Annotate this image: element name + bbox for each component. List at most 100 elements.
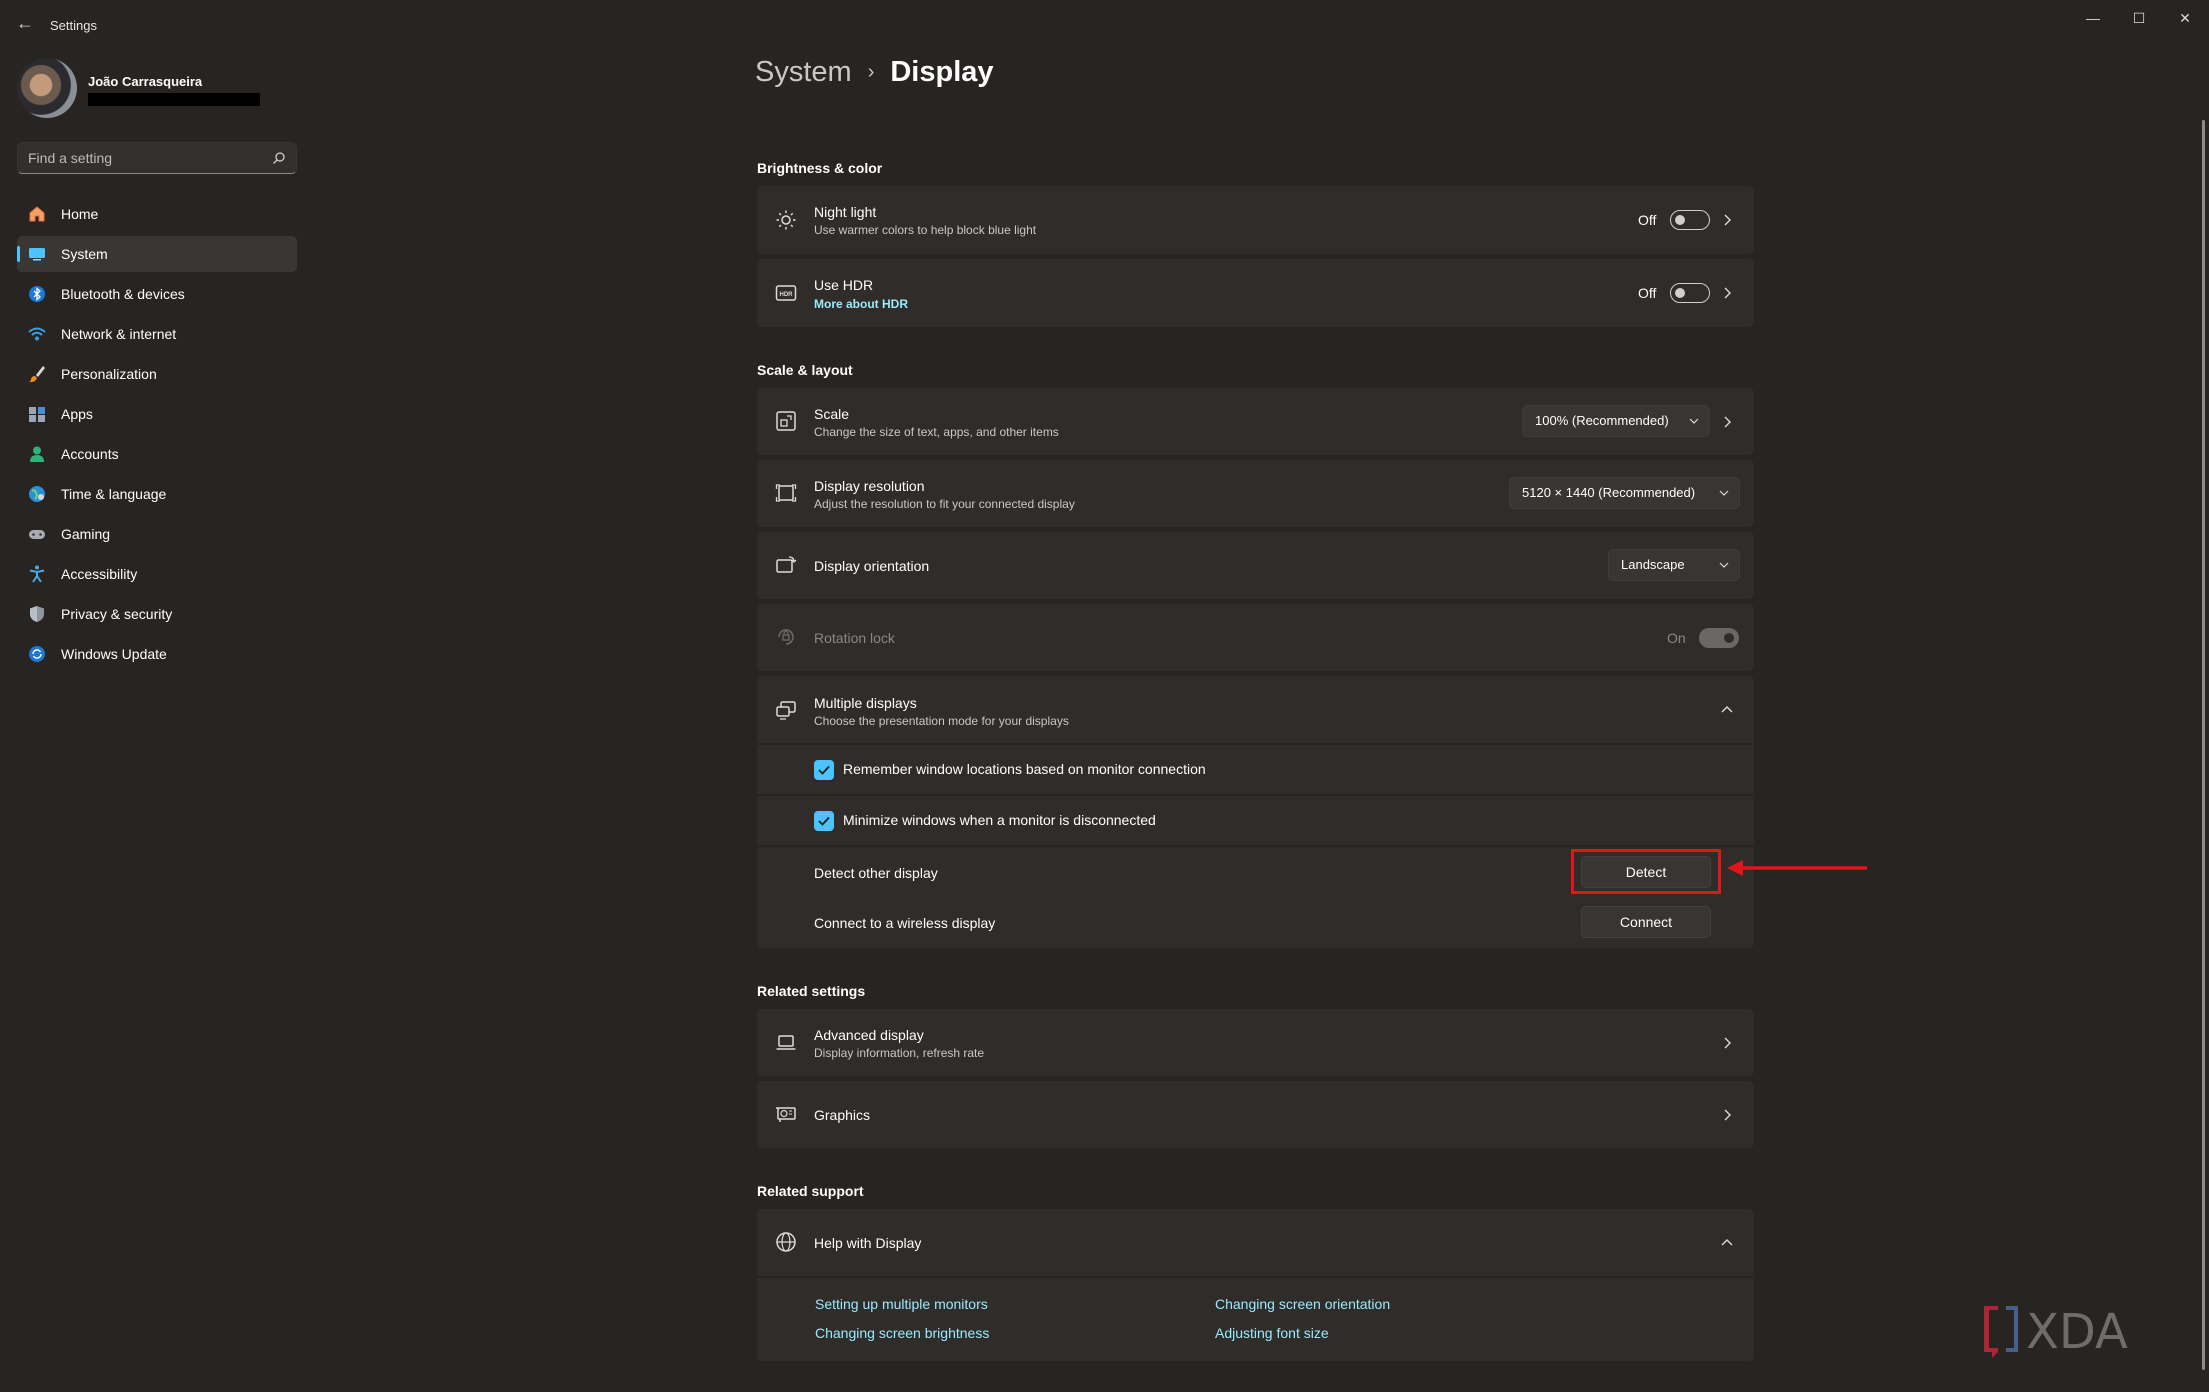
chevron-right-icon[interactable] (1720, 1108, 1734, 1122)
chevron-right-icon[interactable] (1720, 213, 1734, 227)
sidebar-item-bluetooth[interactable]: Bluetooth & devices (17, 276, 297, 312)
chevron-right-icon[interactable] (1720, 415, 1734, 429)
search-icon[interactable] (272, 151, 286, 165)
chevron-down-icon (1689, 418, 1699, 424)
night-light-subtitle: Use warmer colors to help block blue lig… (814, 223, 1037, 237)
hdr-row[interactable]: HDR Use HDR More about HDR Off (757, 259, 1754, 327)
hdr-toggle[interactable] (1670, 283, 1710, 303)
connect-button[interactable]: Connect (1581, 906, 1711, 938)
update-icon (27, 644, 47, 664)
rotation-lock-title: Rotation lock (814, 630, 895, 646)
chevron-up-icon[interactable] (1720, 1236, 1734, 1250)
sidebar-item-time-language[interactable]: Time & language (17, 476, 297, 512)
remember-locations-checkbox[interactable] (814, 760, 834, 780)
wireless-display-row: Connect to a wireless display Connect (757, 897, 1754, 947)
display-orientation-title: Display orientation (814, 558, 930, 574)
section-brightness-color: Brightness & color (757, 160, 883, 176)
scale-dropdown[interactable]: 100% (Recommended) (1522, 405, 1710, 437)
resolution-dropdown[interactable]: 5120 × 1440 (Recommended) (1509, 477, 1740, 509)
sidebar-item-accessibility[interactable]: Accessibility (17, 556, 297, 592)
maximize-button[interactable]: ☐ (2116, 6, 2162, 30)
minimize-button[interactable]: — (2070, 6, 2116, 30)
remember-locations-label: Remember window locations based on monit… (843, 761, 1206, 777)
sidebar-item-apps[interactable]: Apps (17, 396, 297, 432)
night-light-toggle[interactable] (1670, 210, 1710, 230)
bluetooth-icon (27, 284, 47, 304)
help-link-screen-brightness[interactable]: Changing screen brightness (815, 1325, 989, 1341)
more-about-hdr-link[interactable]: More about HDR (814, 297, 908, 311)
sidebar-item-network[interactable]: Network & internet (17, 316, 297, 352)
detect-display-label: Detect other display (814, 865, 938, 881)
section-related-settings: Related settings (757, 983, 866, 999)
help-link-multiple-monitors[interactable]: Setting up multiple monitors (815, 1296, 988, 1312)
sidebar-item-label: System (61, 246, 108, 262)
breadcrumb-separator: › (867, 61, 875, 83)
chevron-up-icon[interactable] (1720, 703, 1734, 717)
multiple-displays-header[interactable]: Multiple displays Choose the presentatio… (757, 676, 1754, 744)
sidebar-item-label: Home (61, 206, 99, 222)
scale-icon (775, 410, 797, 432)
advanced-display-row[interactable]: Advanced display Display information, re… (757, 1009, 1754, 1076)
back-arrow-icon[interactable]: ← (12, 10, 38, 36)
night-light-row[interactable]: Night light Use warmer colors to help bl… (757, 186, 1754, 254)
redacted-email (88, 93, 260, 106)
sidebar-nav: Home System Bluetooth & devices Network … (17, 196, 297, 676)
rotation-lock-state: On (1667, 630, 1686, 646)
scale-title: Scale (814, 406, 850, 422)
avatar[interactable] (17, 58, 77, 118)
page-title: Display (890, 56, 994, 88)
sidebar-item-system[interactable]: System (17, 236, 297, 272)
sidebar-item-label: Gaming (61, 526, 111, 542)
close-button[interactable]: ✕ (2162, 6, 2208, 30)
remember-locations-row[interactable]: Remember window locations based on monit… (757, 745, 1754, 794)
svg-text:HDR: HDR (780, 292, 794, 298)
graphics-title: Graphics (814, 1107, 871, 1123)
orientation-dropdown[interactable]: Landscape (1608, 549, 1740, 581)
sidebar-item-personalization[interactable]: Personalization (17, 356, 297, 392)
display-resolution-subtitle: Adjust the resolution to fit your connec… (814, 497, 1075, 511)
minimize-windows-label: Minimize windows when a monitor is disco… (843, 812, 1156, 828)
laptop-icon (775, 1031, 797, 1053)
wireless-display-label: Connect to a wireless display (814, 915, 996, 931)
sidebar-item-accounts[interactable]: Accounts (17, 436, 297, 472)
sidebar-item-label: Network & internet (61, 326, 177, 342)
network-icon (27, 324, 47, 344)
chevron-right-icon[interactable] (1720, 286, 1734, 300)
sidebar-item-privacy[interactable]: Privacy & security (17, 596, 297, 632)
scale-subtitle: Change the size of text, apps, and other… (814, 425, 1059, 439)
gamepad-icon (27, 524, 47, 544)
sidebar-item-home[interactable]: Home (17, 196, 297, 232)
watermark-text: XDA (2026, 1304, 2128, 1360)
help-with-display-title: Help with Display (814, 1235, 922, 1251)
display-resolution-title: Display resolution (814, 478, 925, 494)
advanced-display-title: Advanced display (814, 1027, 924, 1043)
rotation-lock-row: Rotation lock On (757, 604, 1754, 671)
breadcrumb-system[interactable]: System (755, 56, 852, 89)
minimize-windows-row[interactable]: Minimize windows when a monitor is disco… (757, 796, 1754, 845)
graphics-card-icon (775, 1103, 797, 1125)
divider (757, 1276, 1754, 1278)
chevron-right-icon[interactable] (1720, 1036, 1734, 1050)
breadcrumb: System › Display (755, 56, 994, 89)
help-with-display-header[interactable]: Help with Display (757, 1209, 1754, 1276)
search-input[interactable] (28, 143, 268, 173)
multiple-displays-subtitle: Choose the presentation mode for your di… (814, 714, 1069, 728)
section-related-support: Related support (757, 1183, 864, 1199)
hdr-state: Off (1638, 285, 1657, 301)
help-link-screen-orientation[interactable]: Changing screen orientation (1215, 1296, 1390, 1312)
search-box[interactable] (17, 142, 297, 174)
scale-row[interactable]: Scale Change the size of text, apps, and… (757, 388, 1754, 455)
sidebar-item-gaming[interactable]: Gaming (17, 516, 297, 552)
display-orientation-row[interactable]: Display orientation Landscape (757, 532, 1754, 599)
graphics-row[interactable]: Graphics (757, 1081, 1754, 1148)
help-link-font-size[interactable]: Adjusting font size (1215, 1325, 1329, 1341)
scrollbar[interactable] (2202, 120, 2205, 1370)
sidebar-item-windows-update[interactable]: Windows Update (17, 636, 297, 672)
app-title: Settings (50, 18, 97, 33)
minimize-windows-checkbox[interactable] (814, 811, 834, 831)
display-resolution-row[interactable]: Display resolution Adjust the resolution… (757, 460, 1754, 527)
user-name: João Carrasqueira (88, 74, 203, 89)
system-icon (27, 244, 47, 264)
annotation-highlight-box (1571, 849, 1721, 894)
multiple-displays-icon (775, 699, 797, 721)
